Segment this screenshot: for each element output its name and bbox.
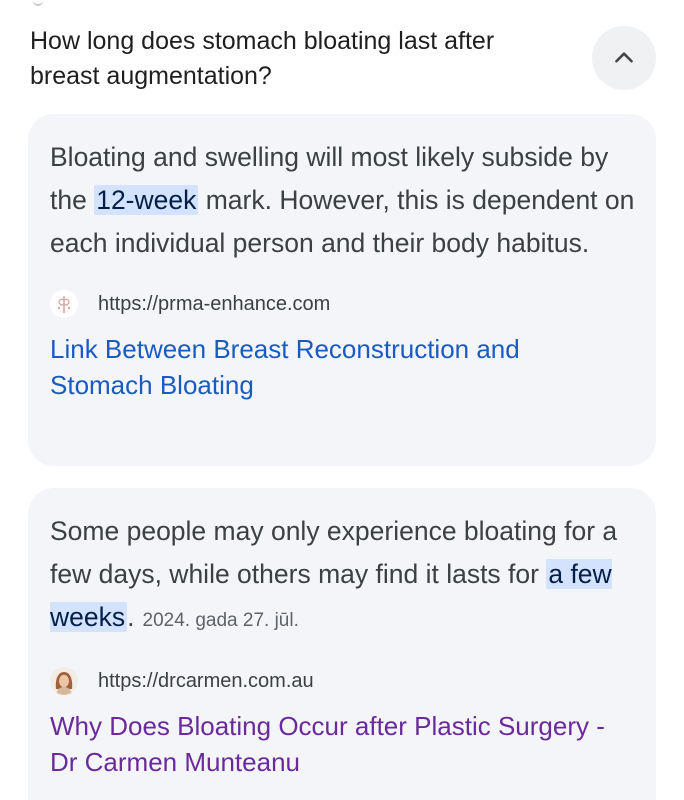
doctor-avatar-icon [50, 667, 78, 695]
result-title-link[interactable]: Link Between Breast Reconstruction and S… [50, 331, 610, 403]
chevron-up-icon [615, 52, 633, 63]
previous-item-edge [33, 0, 43, 6]
source-url: https://prma-enhance.com [98, 292, 331, 315]
prma-logo-icon [50, 290, 78, 318]
snippet-text: . [127, 602, 135, 632]
result-source[interactable]: https://drcarmen.com.au [50, 666, 634, 696]
snippet-highlight: 12-week [94, 185, 199, 215]
result-title-link[interactable]: Why Does Bloating Occur after Plastic Su… [50, 708, 610, 780]
result-card: Bloating and swelling will most likely s… [28, 114, 656, 466]
result-snippet: Some people may only experience bloating… [50, 510, 640, 642]
source-url: https://drcarmen.com.au [98, 669, 314, 692]
collapse-button[interactable] [592, 26, 656, 90]
snippet-text: Some people may only experience bloating… [50, 516, 618, 589]
result-card: Some people may only experience bloating… [28, 488, 656, 800]
result-snippet: Bloating and swelling will most likely s… [50, 136, 640, 265]
question-title[interactable]: How long does stomach bloating last afte… [30, 24, 550, 94]
snippet-date: 2024. gada 27. jūl. [142, 610, 299, 631]
result-source[interactable]: https://prma-enhance.com [50, 289, 634, 319]
